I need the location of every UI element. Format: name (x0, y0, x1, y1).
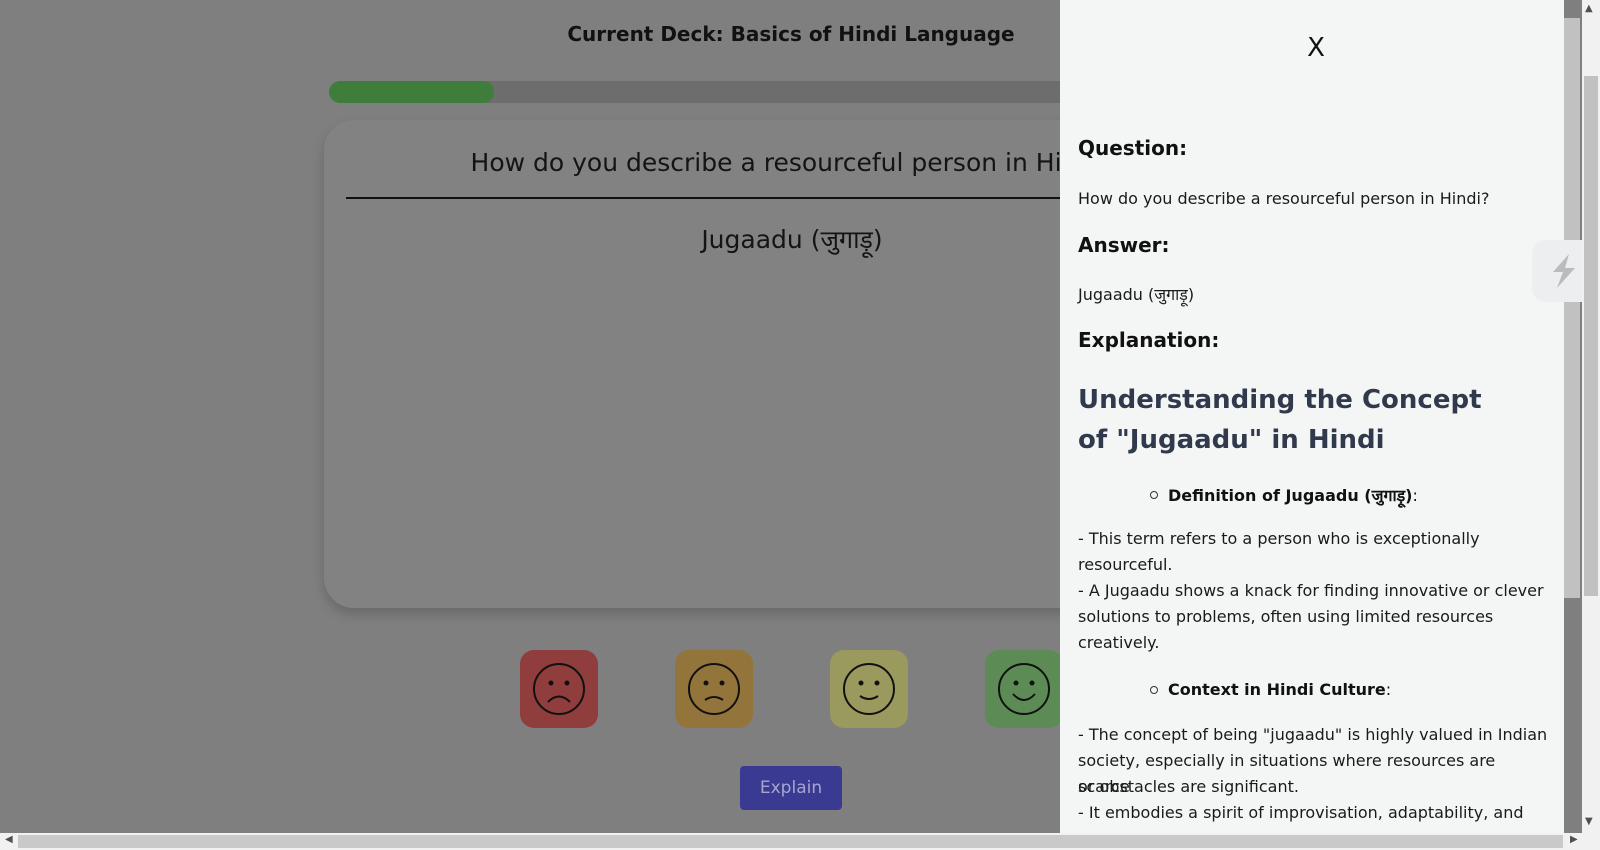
scroll-down-icon[interactable]: ▼ (1585, 816, 1593, 827)
section-definition-title: Definition of Jugaadu (जुगाड़ू) (1168, 486, 1413, 505)
happy-face-icon (843, 663, 895, 715)
section-definition-line: creatively. (1078, 633, 1160, 652)
section-definition-line: - A Jugaadu shows a knack for finding in… (1078, 581, 1544, 600)
progress-fill (329, 81, 494, 103)
section-definition-heading: Definition of Jugaadu (जुगाड़ू): (1150, 484, 1418, 506)
explanation-panel: X Question: How do you describe a resour… (1060, 0, 1564, 833)
bullet-icon (1150, 491, 1158, 499)
close-icon[interactable]: X (1296, 30, 1336, 66)
explanation-heading: Explanation: (1078, 328, 1220, 352)
section-definition-line: resourceful. (1078, 555, 1173, 574)
section-definition-colon: : (1412, 485, 1418, 505)
vertical-scroll-thumb[interactable] (1584, 76, 1598, 596)
section-context-heading: Context in Hindi Culture: (1150, 680, 1391, 699)
rate-very-happy-button[interactable] (985, 650, 1063, 728)
section-context-line: - It embodies a spirit of improvisation,… (1078, 803, 1524, 822)
section-context-colon: : (1385, 680, 1392, 699)
explain-button[interactable]: Explain (740, 766, 842, 810)
horizontal-scroll-thumb[interactable] (18, 835, 1563, 848)
vertical-scrollbar[interactable]: ▲ ▼ (1582, 0, 1600, 833)
section-context-line: or obstacles are significant. (1078, 777, 1299, 796)
explanation-title: Understanding the Concept of "Jugaadu" i… (1078, 385, 1482, 455)
answer-heading: Answer: (1078, 233, 1170, 257)
bullet-icon (1150, 685, 1158, 694)
very-happy-face-icon (998, 663, 1050, 715)
answer-text: Jugaadu (जुगाड़ू) (1078, 285, 1195, 304)
scroll-up-icon[interactable]: ▲ (1585, 3, 1593, 14)
sad-face-icon (688, 663, 740, 715)
section-definition-line: solutions to problems, often using limit… (1078, 607, 1494, 626)
scroll-left-icon[interactable]: ◀ (5, 834, 13, 845)
rate-sad-button[interactable] (675, 650, 753, 728)
scroll-right-icon[interactable]: ▶ (1570, 834, 1578, 845)
question-text: How do you describe a resourceful person… (1078, 189, 1490, 208)
rate-happy-button[interactable] (830, 650, 908, 728)
panel-scrollbar[interactable] (1564, 18, 1580, 598)
rate-very-sad-button[interactable] (520, 650, 598, 728)
question-heading: Question: (1078, 136, 1188, 160)
very-sad-face-icon (533, 663, 585, 715)
horizontal-scrollbar[interactable]: ◀ ▶ (0, 833, 1600, 850)
section-context-title: Context in Hindi Culture (1168, 680, 1386, 699)
section-definition-line: - This term refers to a person who is ex… (1078, 529, 1480, 548)
section-context-line: - The concept of being "jugaadu" is high… (1078, 725, 1548, 744)
lightning-icon (1553, 254, 1575, 288)
